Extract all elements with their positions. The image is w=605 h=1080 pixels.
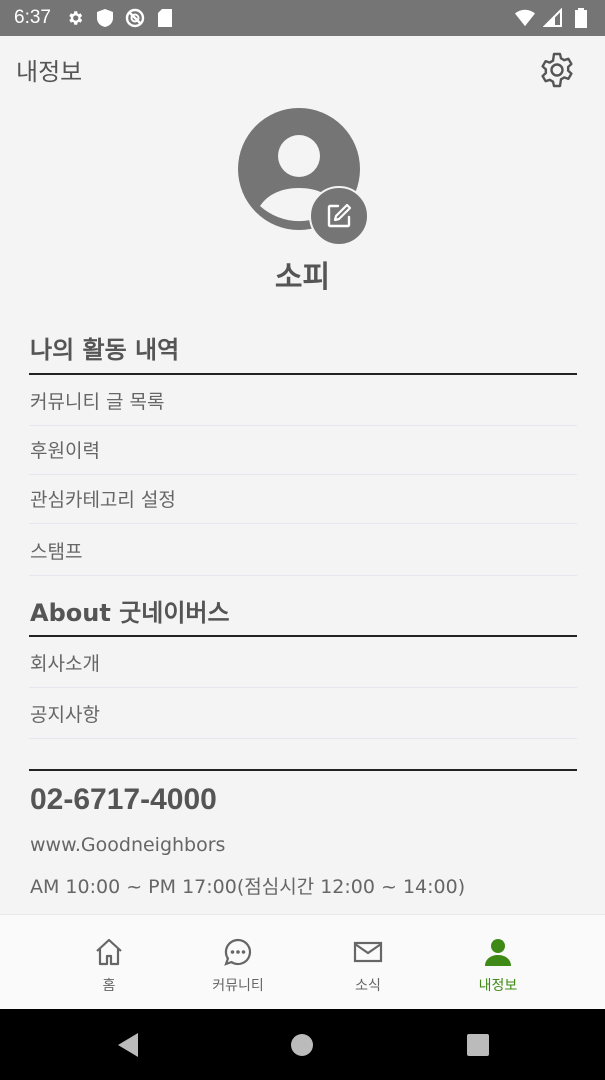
settings-button[interactable] <box>537 50 577 90</box>
mail-icon <box>351 935 385 969</box>
shield-icon <box>95 8 115 28</box>
contact-divider <box>29 769 577 771</box>
nav-my-info-label: 내정보 <box>478 978 518 994</box>
back-icon <box>118 1033 138 1057</box>
gear-icon <box>541 52 573 88</box>
menu-item-donation-history[interactable]: 후원이력 <box>29 424 577 475</box>
menu-item-community-posts[interactable]: 커뮤니티 글 목록 <box>29 375 577 426</box>
app-header: 내정보 <box>0 36 605 102</box>
status-bar: 6:37 <box>0 0 605 36</box>
nav-news[interactable]: 소식 <box>308 915 428 1010</box>
menu-item-company-intro[interactable]: 회사소개 <box>29 637 577 688</box>
edit-profile-button[interactable] <box>309 186 369 246</box>
battery-icon <box>571 8 591 28</box>
page-title: 내정보 <box>16 58 83 86</box>
menu-item-stamp[interactable]: 스탬프 <box>29 525 577 576</box>
bottom-nav: 홈 커뮤니티 소식 내정보 <box>0 914 605 1009</box>
home-button[interactable] <box>286 1029 318 1061</box>
menu-item-interest-category[interactable]: 관심카테고리 설정 <box>29 473 577 524</box>
phone-number[interactable]: 02-6717-4000 <box>30 783 217 817</box>
nav-my-info[interactable]: 내정보 <box>438 915 558 1010</box>
profile-name: 소피 <box>274 260 331 295</box>
nav-community[interactable]: 커뮤니티 <box>178 915 298 1010</box>
recents-icon <box>467 1034 489 1056</box>
wifi-icon <box>515 8 535 28</box>
person-icon <box>481 935 515 969</box>
chat-icon <box>221 935 255 969</box>
nav-home-label: 홈 <box>102 978 116 994</box>
sd-card-icon <box>155 8 175 28</box>
website-link[interactable]: www.Goodneighbors <box>30 834 225 856</box>
edit-icon <box>327 203 352 228</box>
menu-item-notices[interactable]: 공지사항 <box>29 688 577 739</box>
system-nav-bar <box>0 1009 605 1080</box>
profile-section: 소피 <box>0 108 605 298</box>
home-icon <box>92 935 126 969</box>
no-disturb-icon <box>125 8 145 28</box>
back-button[interactable] <box>112 1029 144 1061</box>
about-section-title: About 굿네이버스 <box>30 599 230 627</box>
nav-home[interactable]: 홈 <box>49 915 169 1010</box>
business-hours: AM 10:00 ~ PM 17:00(점심시간 12:00 ~ 14:00) <box>30 876 466 898</box>
settings-icon <box>65 8 85 28</box>
nav-news-label: 소식 <box>355 978 381 994</box>
status-time: 6:37 <box>14 7 51 28</box>
nav-community-label: 커뮤니티 <box>212 978 264 994</box>
activity-section-title: 나의 활동 내역 <box>30 336 180 364</box>
signal-icon <box>543 8 563 28</box>
home-circle-icon <box>291 1034 313 1056</box>
recents-button[interactable] <box>462 1029 494 1061</box>
